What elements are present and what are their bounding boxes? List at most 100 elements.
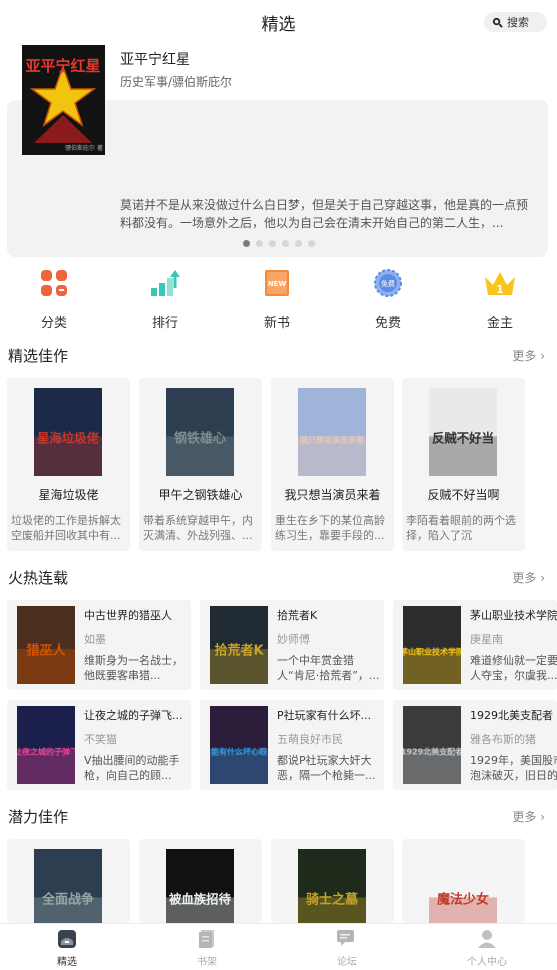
book-author: 如墨 (84, 633, 106, 646)
hot-book-card[interactable]: 1929北美支配者 1929北美支配者 雅各布斯的猪 1929年，美国股市泡沫破… (393, 700, 557, 790)
cover-title-text: 拾荒者K (214, 642, 264, 658)
banner-book-meta: 历史军事/骠伯斯庇尔 (120, 75, 233, 89)
search-button[interactable]: 搜索 (484, 12, 547, 32)
cover-title-text: 全面战争 (41, 892, 94, 908)
book-title: 甲午之钢铁雄心 (158, 488, 243, 502)
category-label: 排行 (151, 316, 178, 331)
cover-title-text: 反贼不好当 (432, 431, 494, 446)
cover-art: 骑士之墓 (298, 849, 366, 923)
category-label: 金主 (486, 316, 513, 331)
hot-more-link[interactable]: 更多 › (512, 569, 545, 586)
banner-cover-title: 亚平宁红星 (25, 57, 100, 75)
featured-book-card[interactable]: 反贼不好当 反贼不好当啊 李陌看着眼前的两个选择，陷入了沉思。“任... (402, 378, 525, 551)
book-cover: 让夜之城的子弹飞 (17, 706, 75, 784)
banner-book-cover[interactable]: 亚平宁红星 骠伯斯庇尔 著 (22, 45, 105, 155)
book-description: V抽出腰间的动能手枪，向自己的顾... (84, 754, 180, 782)
book-title: 反贼不好当啊 (427, 488, 500, 502)
category-mianfei[interactable]: 免费 免费 (348, 268, 428, 331)
potential-book-card[interactable]: 全面战争 (7, 839, 130, 923)
category-paihang[interactable]: 排行 (125, 268, 205, 331)
book-cover: 猎巫人 (17, 606, 75, 684)
page-title: 精选 (261, 15, 296, 35)
featured-more-link[interactable]: 更多 › (512, 347, 545, 364)
svg-text:免费: 免费 (381, 279, 395, 288)
cover-title-text: 我只想当演员来着 (300, 435, 364, 445)
banner-book-name[interactable]: 亚平宁红星 (120, 49, 190, 69)
pagination-dot[interactable] (294, 240, 302, 247)
book-description: 1929年，美国股市泡沫破灭，旧日的... (470, 754, 557, 782)
tab-label: 书架 (197, 957, 217, 968)
ranking-icon (125, 268, 205, 298)
book-title: 让夜之城的子弹飞... (84, 709, 183, 722)
book-cover: 骑士之墓 (298, 849, 366, 923)
banner-cover-author: 骠伯斯庇尔 著 (65, 144, 103, 152)
featured-book-card[interactable]: 我只想当演员来着 我只想当演员来着 重生在乡下的某位高龄练习生，靠要手段的... (271, 378, 394, 551)
cover-title-text: 能有什么坏心眼 (211, 746, 267, 756)
potential-more-link[interactable]: 更多 › (512, 808, 545, 825)
forum-tab-icon (312, 928, 382, 950)
book-cover: 全面战争 (34, 849, 102, 923)
featured-book-card[interactable]: 钢铁雄心 甲午之钢铁雄心 带着系统穿越甲午，内灭满清、外战列强、... (139, 378, 262, 551)
cover-art: 让夜之城的子弹飞 (17, 706, 75, 784)
svg-text:1: 1 (496, 283, 504, 296)
cover-title-text: 钢铁雄心 (174, 431, 226, 447)
cover-title-text: 茅山职业技术学院 (403, 646, 461, 656)
pagination-dot[interactable] (255, 240, 263, 247)
pagination-dot[interactable] (281, 240, 289, 247)
free-badge-icon: 免费 (348, 268, 428, 298)
cover-art: 猎巫人 (17, 606, 75, 684)
hot-book-card[interactable]: 拾荒者K 拾荒者K 妙师傅 一个中年赏金猎人“肯尼·拾荒者”，... (200, 600, 384, 690)
book-description: 重生在乡下的某位高龄练习生，靠要手段的... (275, 514, 385, 542)
featured-book-card[interactable]: 星海垃圾佬 星海垃圾佬 垃圾佬的工作是拆解太空废船并回收其中有... (7, 378, 130, 551)
pagination-dot[interactable] (242, 240, 250, 247)
potential-book-card[interactable]: 骑士之墓 (271, 839, 394, 923)
tab-bookshelf[interactable]: 书架 (172, 928, 242, 968)
top-bar: 精选 搜索 (0, 0, 557, 42)
chevron-right-icon: › (540, 571, 545, 585)
book-cover: 拾荒者K (210, 606, 268, 684)
featured-section-title: 精选佳作 (8, 347, 69, 365)
book-title: 我只想当演员来着 (284, 488, 381, 502)
book-description: 李陌看着眼前的两个选择，陷入了沉思。“任... (406, 514, 516, 542)
category-label: 免费 (374, 316, 401, 331)
hot-book-card[interactable]: 猎巫人 中古世界的猎巫人 如墨 维斯身为一名战士，他既要客串猎... (7, 600, 191, 690)
tab-forum[interactable]: 论坛 (312, 928, 382, 968)
hot-section-title: 火热连载 (8, 569, 69, 587)
cover-title-text: 让夜之城的子弹飞 (17, 746, 75, 756)
cover-art: 魔法少女 (429, 849, 497, 923)
cover-art: 反贼不好当 (429, 388, 497, 476)
book-cover: 茅山职业技术学院 (403, 606, 461, 684)
search-icon (492, 17, 503, 28)
cover-title-text: 骑士之墓 (306, 892, 359, 908)
book-title: 拾荒者K (277, 609, 318, 622)
grid-icon (14, 268, 94, 298)
category-xinshu[interactable]: NEW 新书 (237, 268, 317, 331)
category-fenlei[interactable]: 分类 (14, 268, 94, 331)
tab-featured[interactable]: 精选 (32, 928, 102, 968)
category-label: 分类 (40, 316, 67, 331)
tab-profile[interactable]: 个人中心 (452, 928, 522, 968)
pagination-dot[interactable] (268, 240, 276, 247)
book-description: 一个中年赏金猎人“肯尼·拾荒者”，... (277, 654, 380, 682)
chevron-right-icon: › (540, 810, 545, 824)
new-book-icon: NEW (237, 268, 317, 298)
book-cover: 反贼不好当 (429, 388, 497, 476)
cover-title-text: 星海垃圾佬 (37, 431, 100, 446)
book-title: 1929北美支配者 (470, 709, 553, 722)
potential-book-card[interactable]: 被血族招待 (139, 839, 262, 923)
category-label: 新书 (263, 316, 290, 331)
book-title: 中古世界的猎巫人 (84, 609, 172, 622)
hot-book-card[interactable]: 让夜之城的子弹飞 让夜之城的子弹飞... 不笑猫 V抽出腰间的动能手枪，向自己的… (7, 700, 191, 790)
hot-book-card[interactable]: 茅山职业技术学院 茅山职业技术学院 庚星南 难道修仙就一定要杀人夺宝，尔虞我..… (393, 600, 557, 690)
potential-book-card[interactable]: 魔法少女 (402, 839, 525, 923)
category-jinzhu[interactable]: 1 金主 (460, 268, 540, 331)
svg-text:NEW: NEW (268, 280, 287, 288)
cover-art: 星海垃圾佬 (34, 388, 102, 476)
pagination-dot[interactable] (307, 240, 315, 247)
search-label: 搜索 (507, 16, 529, 29)
cover-art: 1929北美支配者 (403, 706, 461, 784)
book-author: 庚星南 (470, 633, 503, 646)
book-cover: 魔法少女 (429, 849, 497, 923)
hot-book-card[interactable]: 能有什么坏心眼 P社玩家有什么坏... 五萌良好市民 都说P社玩家大奸大恶，隔一… (200, 700, 384, 790)
cover-art: 能有什么坏心眼 (210, 706, 268, 784)
